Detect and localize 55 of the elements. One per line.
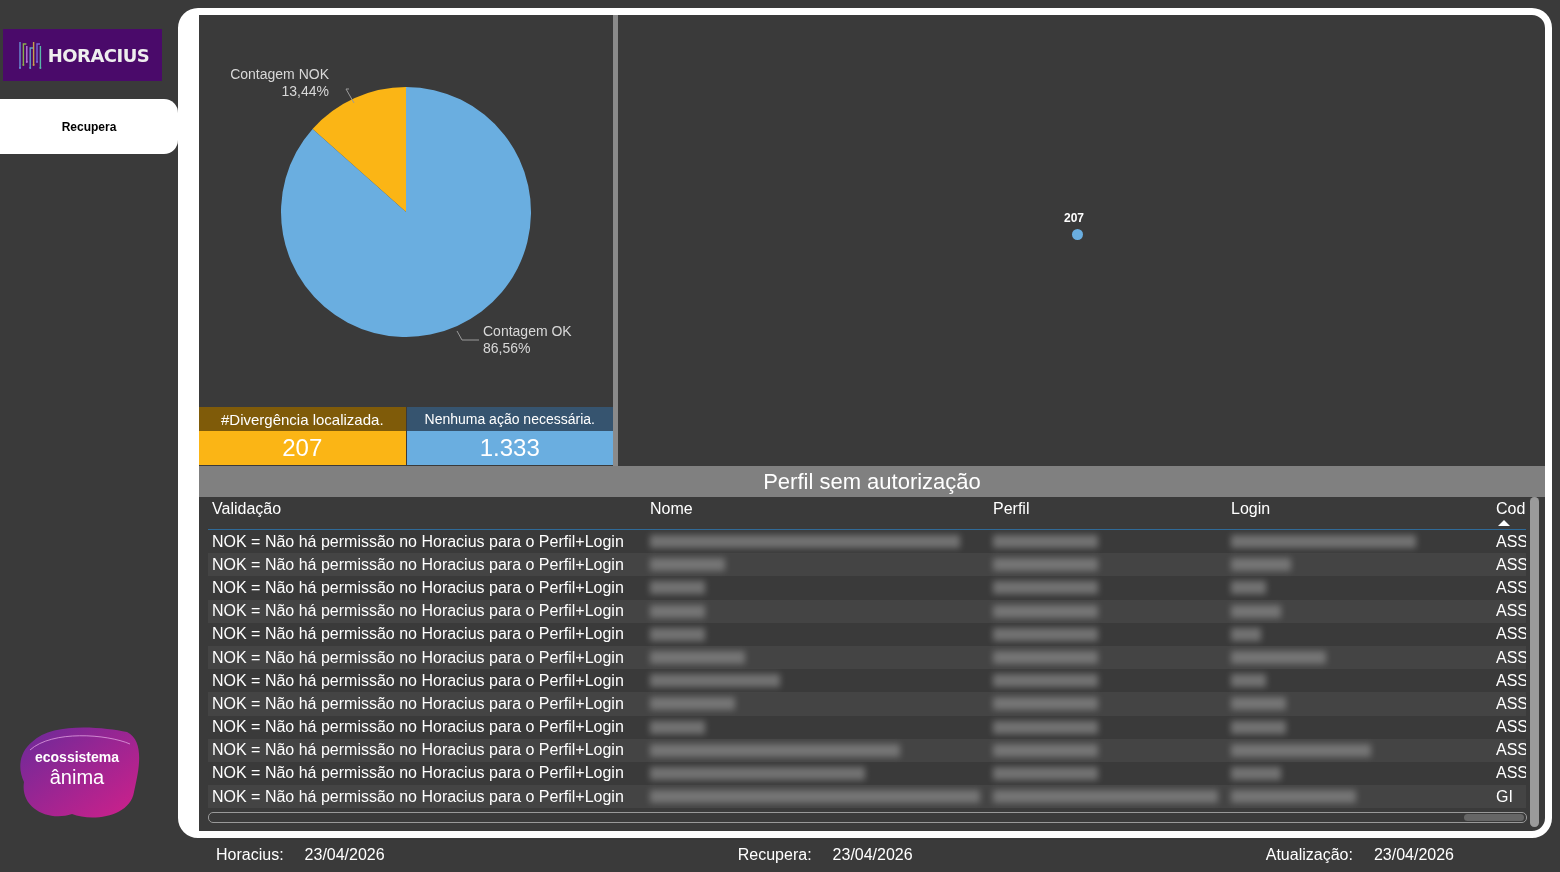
slice-value: 13,44%: [281, 83, 329, 99]
footer-date: 23/04/2026: [304, 846, 385, 864]
brand-text: ecossistema: [34, 748, 120, 766]
blurred-text-drawing: [1231, 581, 1266, 595]
card-label: Nenhuma ação necessária.: [406, 407, 613, 431]
leader-line: [456, 330, 480, 341]
brand-text: ânima: [49, 766, 105, 788]
blurred-text-drawing: [650, 720, 705, 734]
nav-tab[interactable]: Recupera: [0, 99, 178, 154]
data-point: [1072, 229, 1083, 240]
table-cell-text: NOK = Não há permissão no Horacius para o Perfil+Login: [211, 578, 625, 597]
column-header[interactable]: Cod: [1492, 497, 1526, 526]
footer-label: Recupera:: [737, 846, 812, 864]
card-label: #Divergência localizada.: [199, 407, 406, 431]
footer-date: 23/04/2026: [832, 846, 913, 864]
column-header[interactable]: Perfil: [989, 497, 1227, 518]
blurred-text-drawing: [1231, 627, 1261, 641]
table-cell-text: NOK = Não há permissão no Horacius para o Perfil+Login: [211, 555, 625, 574]
table-title: Perfil sem autorização: [199, 466, 1545, 497]
horizontal-scrollbar[interactable]: [208, 812, 1527, 823]
table-cell-text: NOK = Não há permissão no Horacius para o Perfil+Login: [211, 787, 625, 806]
column-header[interactable]: Nome: [646, 497, 989, 518]
table-cell-text: GI: [1495, 787, 1514, 806]
blurred-text-drawing: [650, 627, 705, 641]
footer-date: 23/04/2026: [1373, 846, 1454, 864]
table-cell-text: NOK = Não há permissão no Horacius para o Perfil+Login: [211, 694, 625, 713]
blurred-text-drawing: [650, 604, 705, 618]
card-value: 1.333: [406, 431, 613, 465]
table-cell-text: NOK = Não há permissão no Horacius para o Perfil+Login: [211, 764, 625, 783]
slice-label: Contagem NOK: [230, 66, 329, 82]
table-cell-text: NOK = Não há permissão no Horacius para o Perfil+Login: [211, 741, 625, 760]
slice-label: Contagem OK: [483, 323, 572, 339]
table-cell-text: NOK = Não há permissão no Horacius para o Perfil+Login: [211, 718, 625, 737]
column-header[interactable]: Login: [1227, 497, 1492, 518]
table-cell-text: NOK = Não há permissão no Horacius para o Perfil+Login: [211, 671, 625, 690]
footer-label: Horacius:: [216, 846, 284, 864]
leader-line: [345, 88, 355, 104]
footer-label: Atualização:: [1265, 846, 1353, 864]
blurred-text-drawing: [1231, 604, 1281, 618]
table-cell-text: NOK = Não há permissão no Horacius para o Perfil+Login: [211, 602, 625, 621]
column-header[interactable]: Validação: [208, 497, 646, 518]
logo-text: HORACIUS: [47, 44, 150, 66]
blurred-text-drawing: [1231, 720, 1286, 734]
vertical-scrollbar[interactable]: [1530, 497, 1539, 827]
blurred-text-drawing: [1231, 697, 1286, 711]
slice-value: 86,56%: [483, 340, 531, 356]
blurred-text-drawing: [1231, 558, 1291, 572]
table-cell-text: NOK = Não há permissão no Horacius para o Perfil+Login: [211, 648, 625, 667]
table-cell-text: NOK = Não há permissão no Horacius para o Perfil+Login: [211, 532, 625, 551]
blurred-text-drawing: [1231, 674, 1266, 688]
point-label: 207: [1064, 211, 1085, 225]
blurred-text-drawing: [650, 581, 705, 595]
table-cell-text: NOK = Não há permissão no Horacius para o Perfil+Login: [211, 625, 625, 644]
blurred-text-drawing: [1231, 766, 1281, 780]
card-value: 207: [199, 431, 406, 465]
